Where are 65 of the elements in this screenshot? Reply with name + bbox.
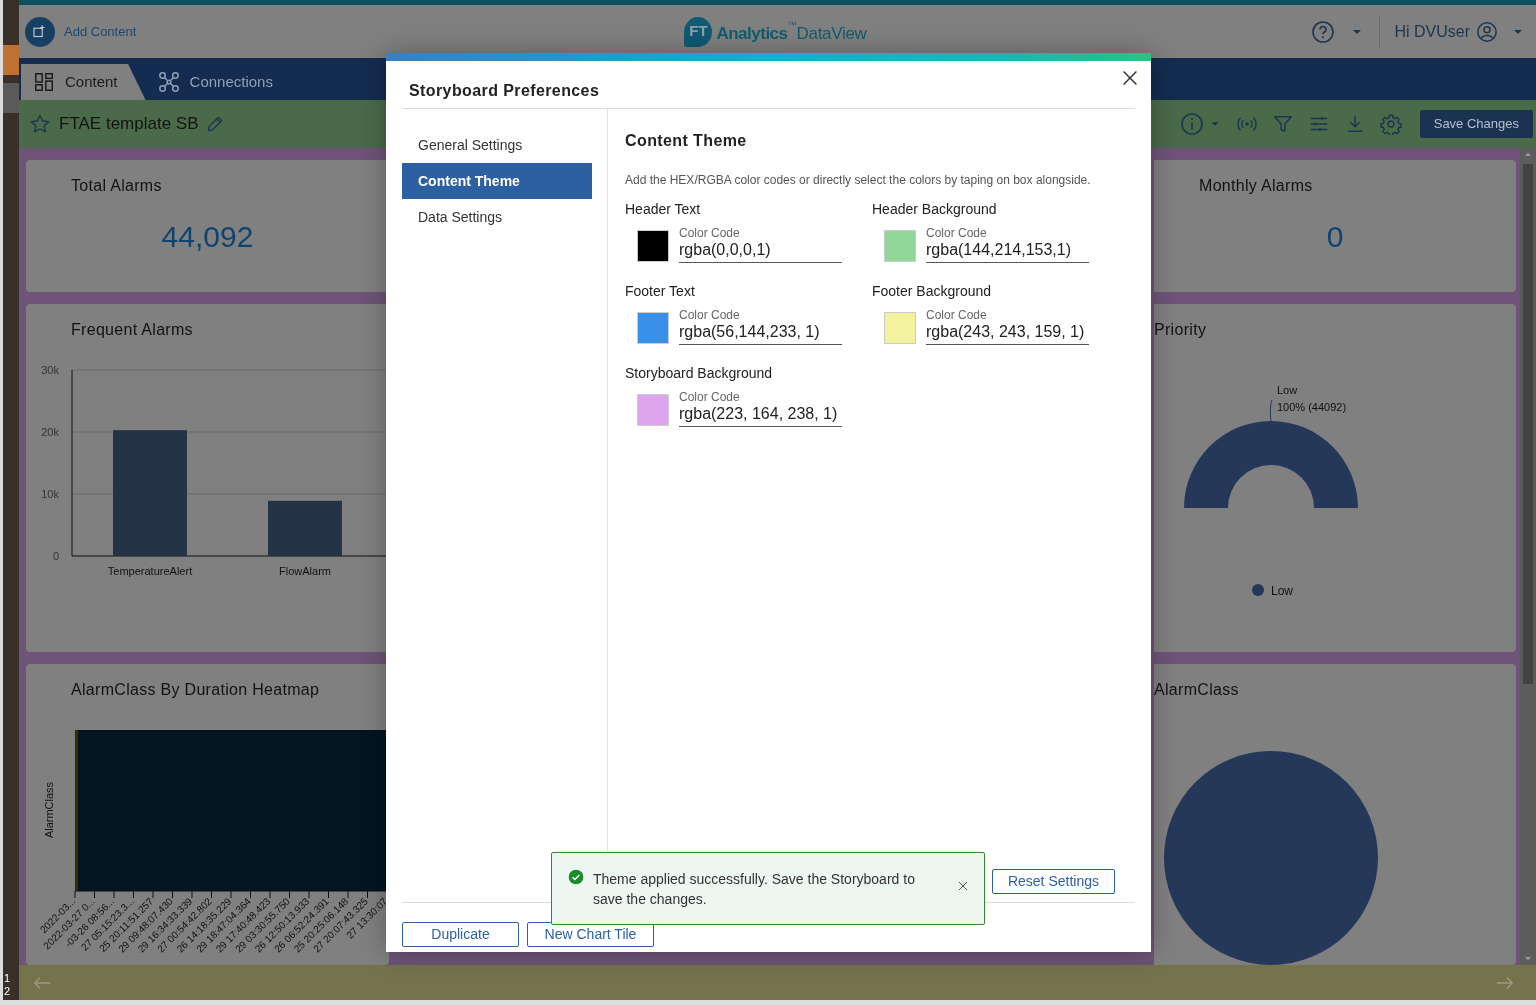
network-icon [157,71,180,93]
filter-icon[interactable] [1271,113,1294,135]
scrollbar[interactable] [1520,148,1536,965]
tile-title: Monthly Alarms [1198,176,1314,196]
add-content-button[interactable] [25,16,55,47]
reset-settings-button[interactable]: Reset Settings [991,869,1115,894]
axis-tick-label: 30k [41,364,59,376]
color-swatch[interactable] [637,230,669,262]
axis-title: AlarmClass [43,781,55,839]
slice-value: 100% (44092) [1277,401,1347,413]
settings-nav-item[interactable]: Data Settings [402,199,592,235]
color-code-field[interactable]: Color Code rgba(243, 243, 159, 1) [926,308,1089,345]
product-name: DataView [796,23,867,45]
axis-tick-label: 0 [52,550,59,562]
field-label: Header Background [872,200,998,219]
color-code-field[interactable]: Color Code rgba(223, 164, 238, 1) [679,390,842,427]
color-swatch[interactable] [637,394,669,426]
grid-icon [33,71,55,93]
field-label: Footer Background [872,282,993,301]
dialog-title: Storyboard Preferences [409,80,600,101]
storyboard-title: FTAE template SB [59,113,199,136]
field-label: Header Text [625,200,702,219]
help-icon[interactable] [1311,19,1336,44]
color-code-field[interactable]: Color Code rgba(0,0,0,1) [679,226,842,263]
field-label: Storyboard Background [625,364,774,383]
tile-title: Priority [1154,320,1208,340]
color-swatch[interactable] [884,230,916,262]
check-circle-icon [568,869,584,885]
leader-line [1269,399,1273,422]
settings-nav-item[interactable]: General Settings [402,127,592,163]
user-icon[interactable] [1476,20,1498,43]
metric-value: 44,092 [160,219,255,255]
page-number: 2 [3,985,12,998]
trademark-sign: ™ [787,18,797,30]
slice-label: Low [1277,384,1298,396]
footer-button[interactable]: Duplicate [402,922,519,947]
section-description: Add the HEX/RGBA color codes or directly select the colors by taping on box alongside. [625,172,1092,189]
tile-title: AlarmClass [1154,680,1240,700]
axis-tick-label: 10k [41,488,59,500]
tile-title: AlarmClass By Duration Heatmap [70,680,321,700]
color-swatch[interactable] [637,312,669,344]
metric-value: 0 [1325,219,1345,255]
section-heading: Content Theme [625,131,748,151]
tab[interactable]: Content [21,64,146,100]
page-number: 1 [3,972,12,985]
settings-nav-item[interactable]: Content Theme [402,163,592,199]
logo-text: Analytics [716,23,788,45]
color-swatch[interactable] [884,312,916,344]
tile-title: Total Alarms [70,176,163,196]
legend-label: Low [1271,584,1293,598]
tab[interactable]: Connections [145,64,303,100]
save-changes-button[interactable]: Save Changes [1419,110,1533,138]
logo-mark: FT [684,16,713,47]
tile-title: Frequent Alarms [70,320,194,340]
color-code-field[interactable]: Color Code rgba(144,214,153,1) [926,226,1089,263]
scrollbar-thumb[interactable] [1523,164,1533,684]
axis-category-label: TemperatureAlert [107,565,193,577]
axis-tick-label: 20k [41,426,59,438]
color-code-field[interactable]: Color Code rgba(56,144,233, 1) [679,308,842,345]
star-icon[interactable] [29,113,51,135]
axis-category-label: FlowAlarm [279,565,331,577]
toast-message: Theme applied successfully. Save the Storyboard to save the changes. [593,870,916,909]
field-label: Footer Text [625,282,696,301]
info-icon[interactable] [1179,112,1204,136]
settings-icon[interactable] [1379,113,1402,135]
